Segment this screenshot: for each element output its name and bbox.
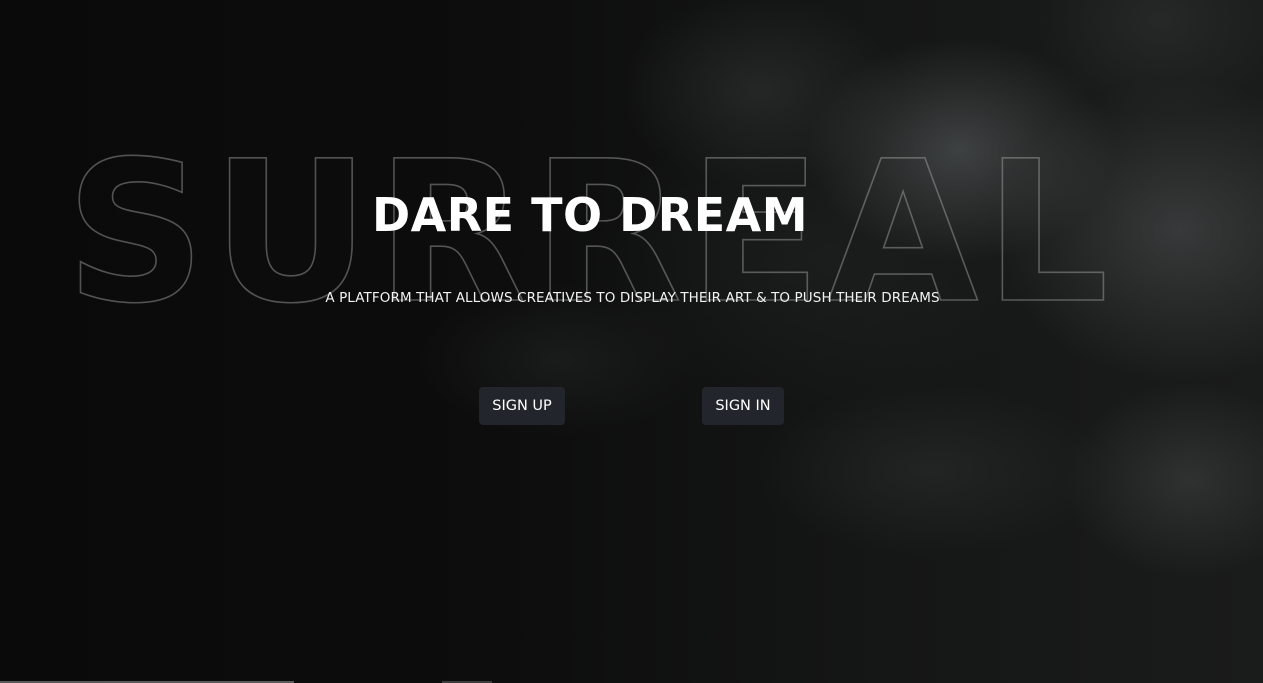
page-tagline: A PLATFORM THAT ALLOWS CREATIVES TO DISP… xyxy=(325,290,940,306)
hero-section: SURREAL DARE TO DREAM A PLATFORM THAT AL… xyxy=(0,0,1263,683)
page-headline: DARE TO DREAM xyxy=(371,188,809,242)
sign-up-button[interactable]: SIGN UP xyxy=(479,387,565,425)
sign-in-button[interactable]: SIGN IN xyxy=(702,387,784,425)
surreal-outline-watermark: SURREAL xyxy=(64,118,1109,347)
